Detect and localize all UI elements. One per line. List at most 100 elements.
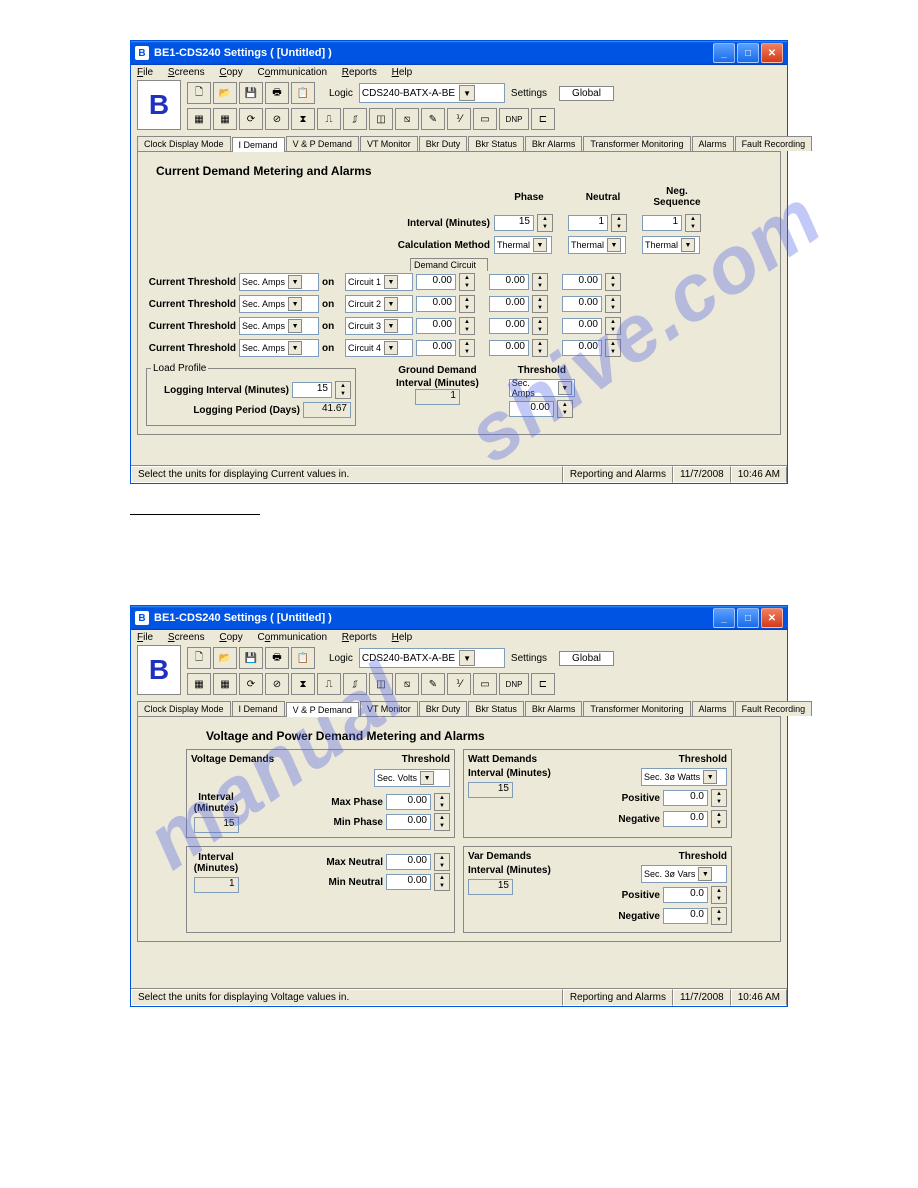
tab-clock[interactable]: Clock Display Mode <box>137 701 231 716</box>
minp-field[interactable]: 0.00 <box>386 814 431 830</box>
ct1-unit[interactable]: Sec. Amps▼ <box>239 273 319 291</box>
tab-xfmr[interactable]: Transformer Monitoring <box>583 701 690 716</box>
minimize-button[interactable]: _ <box>713 608 735 628</box>
tool-copy[interactable]: 📋 <box>291 82 315 104</box>
tool-copy[interactable]: 📋 <box>291 647 315 669</box>
calc-phase[interactable]: Thermal▼ <box>494 236 552 254</box>
interval-neutral[interactable]: 1 <box>568 215 608 231</box>
calc-neutral[interactable]: Thermal▼ <box>568 236 626 254</box>
ct1-n[interactable]: 0.00 <box>489 274 529 290</box>
tab-bkrduty[interactable]: Bkr Duty <box>419 136 468 151</box>
logic-combo[interactable]: CDS240-BATX-A-BE▼ <box>359 648 505 668</box>
thr-unit[interactable]: Sec. Amps▼ <box>509 379 575 397</box>
loi-field[interactable]: 15 <box>292 382 332 398</box>
tab-vtmon[interactable]: VT Monitor <box>360 136 418 151</box>
vard-unit[interactable]: Sec. 3ø Vars▼ <box>641 865 727 883</box>
ct1-circ[interactable]: Circuit 1▼ <box>345 273 413 291</box>
ct4-unit[interactable]: Sec. Amps▼ <box>239 339 319 357</box>
tool-8[interactable]: ◫ <box>369 108 393 130</box>
tool-open[interactable]: 📂 <box>213 647 237 669</box>
tool-4[interactable]: ⊘ <box>265 108 289 130</box>
tool-dnp[interactable]: DNP <box>499 108 529 130</box>
tab-bkralarms[interactable]: Bkr Alarms <box>525 701 583 716</box>
tool-3[interactable]: ⟳ <box>239 108 263 130</box>
wd-unit[interactable]: Sec. 3ø Watts▼ <box>641 768 727 786</box>
menu-communication[interactable]: Communication <box>258 67 328 78</box>
menu-reports[interactable]: Reports <box>342 632 377 643</box>
maxn-field[interactable]: 0.00 <box>386 854 431 870</box>
ct4-circ[interactable]: Circuit 4▼ <box>345 339 413 357</box>
tab-fault[interactable]: Fault Recording <box>735 136 813 151</box>
tool-print[interactable]: 🖶 <box>265 647 289 669</box>
tool-5[interactable]: ⧗ <box>291 108 315 130</box>
tab-vtmon[interactable]: VT Monitor <box>360 701 418 716</box>
minn-field[interactable]: 0.00 <box>386 874 431 890</box>
tool-save[interactable]: 💾 <box>239 82 263 104</box>
tool-print[interactable]: 🖶 <box>265 82 289 104</box>
tool-open[interactable]: 📂 <box>213 82 237 104</box>
interval-phase[interactable]: 15 <box>494 215 534 231</box>
maximize-button[interactable]: □ <box>737 43 759 63</box>
ct3-circ[interactable]: Circuit 3▼ <box>345 317 413 335</box>
global-button[interactable]: Global <box>559 651 614 666</box>
ct1-s[interactable]: 0.00 <box>562 274 602 290</box>
tab-bkralarms[interactable]: Bkr Alarms <box>525 136 583 151</box>
tab-idemand[interactable]: I Demand <box>232 137 285 152</box>
menu-screens[interactable]: Screens <box>168 632 205 643</box>
menu-help[interactable]: Help <box>392 632 413 643</box>
vd-unit[interactable]: Sec. Volts▼ <box>374 769 450 787</box>
menu-file[interactable]: File <box>137 67 153 78</box>
tool-7[interactable]: ⎎ <box>343 108 367 130</box>
tool-new[interactable]: 🗋 <box>187 82 211 104</box>
tab-bkrduty[interactable]: Bkr Duty <box>419 701 468 716</box>
ct1-p[interactable]: 0.00 <box>416 274 456 290</box>
tool-11[interactable]: ⅟ <box>447 108 471 130</box>
calc-negseq[interactable]: Thermal▼ <box>642 236 700 254</box>
tab-vpdemand[interactable]: V & P Demand <box>286 136 359 151</box>
ct2-unit[interactable]: Sec. Amps▼ <box>239 295 319 313</box>
spinner[interactable]: ▲▼ <box>537 214 553 232</box>
tab-bkrstatus[interactable]: Bkr Status <box>468 701 524 716</box>
tool-9[interactable]: ⧅ <box>395 108 419 130</box>
menu-copy[interactable]: Copy <box>219 67 242 78</box>
tool-save[interactable]: 💾 <box>239 647 263 669</box>
menu-communication[interactable]: Communication <box>258 632 328 643</box>
menu-screens[interactable]: Screens <box>168 67 205 78</box>
menu-copy[interactable]: Copy <box>219 632 242 643</box>
tab-alarms[interactable]: Alarms <box>692 136 734 151</box>
ct3-unit[interactable]: Sec. Amps▼ <box>239 317 319 335</box>
tab-idemand[interactable]: I Demand <box>232 701 285 716</box>
tool-12[interactable]: ▭ <box>473 108 497 130</box>
tab-vpdemand[interactable]: V & P Demand <box>286 702 359 717</box>
tab-clock[interactable]: Clock Display Mode <box>137 136 231 151</box>
maximize-button[interactable]: □ <box>737 608 759 628</box>
tool-1[interactable]: ▦ <box>187 108 211 130</box>
thr-field[interactable]: 0.00 <box>509 401 554 417</box>
wd-pos[interactable]: 0.0 <box>663 790 708 806</box>
tab-bkrstatus[interactable]: Bkr Status <box>468 136 524 151</box>
menu-file[interactable]: File <box>137 632 153 643</box>
logic-combo[interactable]: CDS240-BATX-A-BE▼ <box>359 83 505 103</box>
interval-negseq[interactable]: 1 <box>642 215 682 231</box>
menu-reports[interactable]: Reports <box>342 67 377 78</box>
vard-neg[interactable]: 0.0 <box>663 908 708 924</box>
tool-new[interactable]: 🗋 <box>187 647 211 669</box>
tab-fault[interactable]: Fault Recording <box>735 701 813 716</box>
tool-6[interactable]: ⎍ <box>317 108 341 130</box>
tab-xfmr[interactable]: Transformer Monitoring <box>583 136 690 151</box>
tool-13[interactable]: ⊏ <box>531 108 555 130</box>
ct2-circ[interactable]: Circuit 2▼ <box>345 295 413 313</box>
maxp-field[interactable]: 0.00 <box>386 794 431 810</box>
wd-neg[interactable]: 0.0 <box>663 811 708 827</box>
spinner[interactable]: ▲▼ <box>685 214 701 232</box>
vard-pos[interactable]: 0.0 <box>663 887 708 903</box>
tab-alarms[interactable]: Alarms <box>692 701 734 716</box>
tool-10[interactable]: ✎ <box>421 108 445 130</box>
global-button[interactable]: Global <box>559 86 614 101</box>
tool-2[interactable]: ▦ <box>213 108 237 130</box>
spinner[interactable]: ▲▼ <box>611 214 627 232</box>
menu-help[interactable]: Help <box>392 67 413 78</box>
minimize-button[interactable]: _ <box>713 43 735 63</box>
close-button[interactable]: ✕ <box>761 43 783 63</box>
close-button[interactable]: ✕ <box>761 608 783 628</box>
